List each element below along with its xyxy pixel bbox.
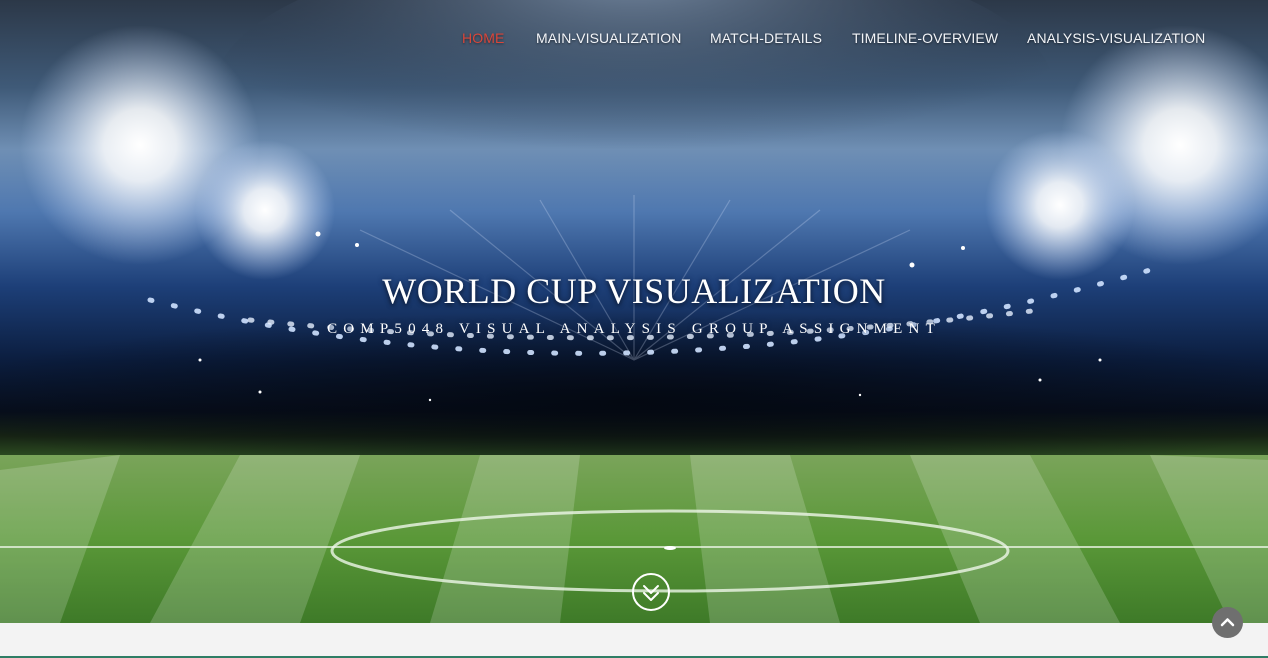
chevron-up-icon	[1220, 618, 1235, 627]
nav-home[interactable]: HOME	[462, 30, 504, 46]
hero-banner: HOME MAIN-VISUALIZATION MATCH-DETAILS TI…	[0, 0, 1268, 623]
nav-analysis-visualization[interactable]: ANALYSIS-VISUALIZATION	[1027, 30, 1205, 46]
hero-title: WORLD CUP VISUALIZATION	[382, 271, 886, 311]
back-to-top-button[interactable]	[1212, 607, 1243, 638]
main-nav: HOME MAIN-VISUALIZATION MATCH-DETAILS TI…	[0, 30, 1268, 54]
scroll-down-button[interactable]	[632, 573, 670, 611]
nav-match-details[interactable]: MATCH-DETAILS	[710, 30, 822, 46]
hero-subtitle: COMP5048 VISUAL ANALYSIS GROUP ASSIGNMEN…	[327, 321, 941, 337]
double-chevron-down-icon	[643, 585, 659, 601]
nav-timeline-overview[interactable]: TIMELINE-OVERVIEW	[852, 30, 998, 46]
nav-main-visualization[interactable]: MAIN-VISUALIZATION	[536, 30, 681, 46]
